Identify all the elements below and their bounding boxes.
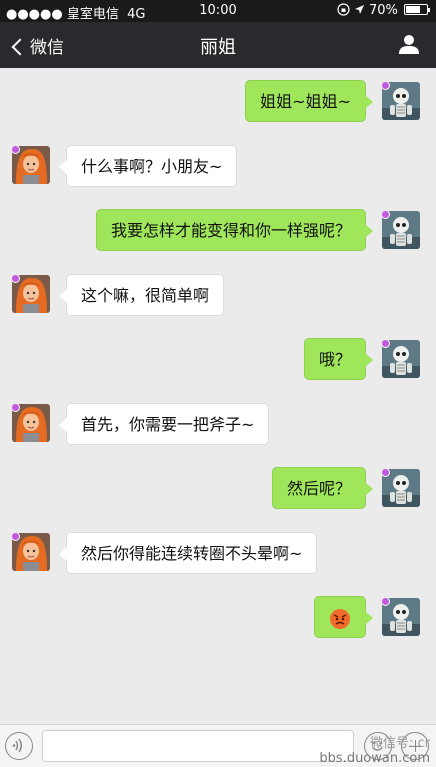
my-avatar[interactable] xyxy=(382,82,420,120)
level-badge-icon xyxy=(12,532,20,541)
contact-avatar[interactable] xyxy=(12,532,50,571)
incoming-message-bubble[interactable]: 然后你得能连续转圈不头晕啊~ xyxy=(58,531,318,574)
message-row: 什么事啊？小朋友~ xyxy=(0,139,436,195)
watermark-site: bbs.duowan.com xyxy=(319,751,430,766)
message-row: 首先，你需要一把斧子~ xyxy=(0,397,436,453)
my-avatar[interactable] xyxy=(382,211,420,249)
message-text: 姐姐~姐姐~ xyxy=(260,92,351,111)
message-row: 我要怎样才能变得和你一样强呢？ xyxy=(0,203,436,259)
message-list[interactable]: 姐姐~姐姐~ 什么事啊？小朋友~ 我要怎样才能变得和你一样强呢？ 这个嘛，很简单啊哦？… xyxy=(0,68,436,724)
battery-percent: 70% xyxy=(368,3,398,18)
incoming-message-bubble[interactable]: 首先，你需要一把斧子~ xyxy=(58,402,270,445)
outgoing-message-bubble[interactable]: 我要怎样才能变得和你一样强呢？ xyxy=(95,209,374,251)
level-badge-icon xyxy=(12,403,20,412)
status-bar: ●●●●● 皇室电信 4G 10:00 70% xyxy=(0,0,436,22)
watermark: 微信号: cr bbs.duowan.com xyxy=(268,736,436,767)
message-text: 然后呢？ xyxy=(286,479,351,498)
my-avatar[interactable] xyxy=(382,469,420,507)
message-text: 哦？ xyxy=(318,350,351,369)
level-badge-icon xyxy=(12,274,20,283)
location-icon xyxy=(354,5,364,14)
contact-avatar[interactable] xyxy=(12,403,50,442)
outgoing-message-bubble[interactable]: 姐姐~姐姐~ xyxy=(245,80,373,122)
message-text: 我要怎样才能变得和你一样强呢？ xyxy=(110,221,351,240)
watermark-wechat-id: 微信号: cr xyxy=(369,736,430,751)
message-text: 这个嘛，很简单啊 xyxy=(81,285,210,305)
message-row: 哦？ xyxy=(0,332,436,388)
outgoing-message-bubble[interactable]: 哦？ xyxy=(303,338,374,380)
contact-avatar[interactable] xyxy=(12,145,50,184)
my-avatar[interactable] xyxy=(382,340,420,378)
message-text: 什么事啊？小朋友~ xyxy=(81,156,223,176)
level-badge-icon xyxy=(12,145,20,154)
contact-avatar[interactable] xyxy=(12,274,50,313)
nav-bar: 微信 丽姐 xyxy=(0,22,436,68)
lock-rotation-icon xyxy=(337,3,350,16)
message-row: 然后呢？ xyxy=(0,461,436,517)
message-row: 这个嘛，很简单啊 xyxy=(0,268,436,324)
outgoing-message-bubble[interactable]: 然后呢？ xyxy=(271,467,374,509)
message-row: 然后你得能连续转圈不头晕啊~ xyxy=(0,526,436,582)
message-row: 姐姐~姐姐~ xyxy=(0,74,436,130)
angry-face-emoji-icon xyxy=(330,608,350,629)
chat-title: 丽姐 xyxy=(200,37,236,58)
outgoing-message-bubble[interactable] xyxy=(314,596,373,638)
message-text: 首先，你需要一把斧子~ xyxy=(81,414,255,434)
incoming-message-bubble[interactable]: 这个嘛，很简单啊 xyxy=(58,273,225,316)
my-avatar[interactable] xyxy=(382,598,420,636)
message-text: 然后你得能连续转圈不头晕啊~ xyxy=(81,543,303,563)
message-row xyxy=(0,590,436,646)
voice-icon xyxy=(12,738,22,753)
incoming-message-bubble[interactable]: 什么事啊？小朋友~ xyxy=(58,144,238,187)
voice-input-button[interactable] xyxy=(5,732,33,760)
contact-info-icon[interactable] xyxy=(398,33,420,55)
battery-icon xyxy=(404,4,430,15)
